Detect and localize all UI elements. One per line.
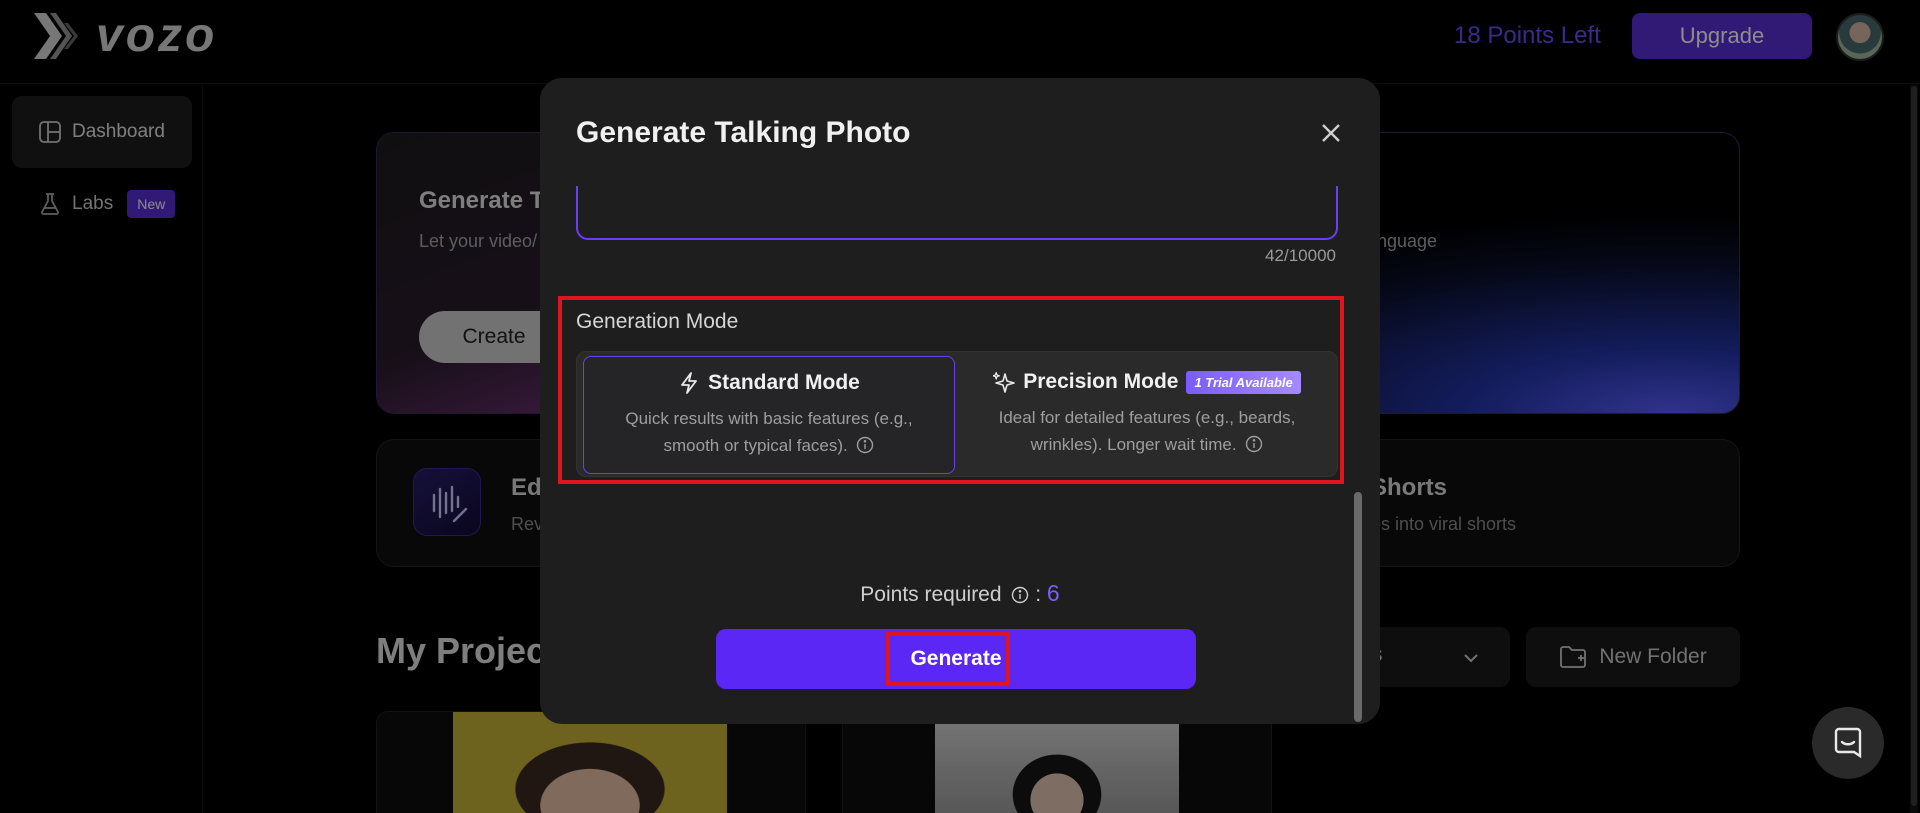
modal-title: Generate Talking Photo — [576, 116, 911, 149]
generate-button[interactable]: Generate — [716, 629, 1196, 689]
points-required-label: Points required — [860, 583, 1002, 606]
mode-name: Precision Mode — [1023, 370, 1179, 393]
character-count: 42/10000 — [1265, 246, 1336, 265]
generation-mode-label: Generation Mode — [576, 310, 739, 333]
standard-mode-option[interactable]: Standard Mode Quick results with basic f… — [583, 356, 955, 474]
mode-name: Standard Mode — [708, 371, 860, 394]
sparkle-icon — [993, 371, 1016, 393]
script-textarea[interactable] — [578, 186, 1336, 238]
lightning-icon — [681, 372, 698, 394]
generation-mode-selector: Standard Mode Quick results with basic f… — [576, 351, 1338, 477]
script-textarea-wrapper[interactable] — [576, 186, 1338, 240]
trial-badge: 1 Trial Available — [1186, 370, 1301, 394]
info-icon[interactable] — [1011, 586, 1029, 604]
chat-support-button[interactable] — [1812, 707, 1884, 779]
close-button[interactable] — [1316, 118, 1346, 148]
points-required: Points required : 6 — [860, 580, 1060, 606]
close-icon — [1322, 124, 1340, 142]
modal-scrollbar[interactable] — [1354, 492, 1362, 722]
precision-mode-option[interactable]: Precision Mode 1 Trial Available Ideal f… — [961, 356, 1333, 474]
generate-button-label: Generate — [910, 647, 1002, 670]
generate-talking-photo-modal: Generate Talking Photo 42/10000 Generati… — [540, 78, 1380, 724]
points-required-value: 6 — [1046, 580, 1060, 606]
chat-icon — [1834, 727, 1862, 759]
info-icon[interactable] — [856, 436, 874, 454]
info-icon[interactable] — [1245, 435, 1263, 453]
